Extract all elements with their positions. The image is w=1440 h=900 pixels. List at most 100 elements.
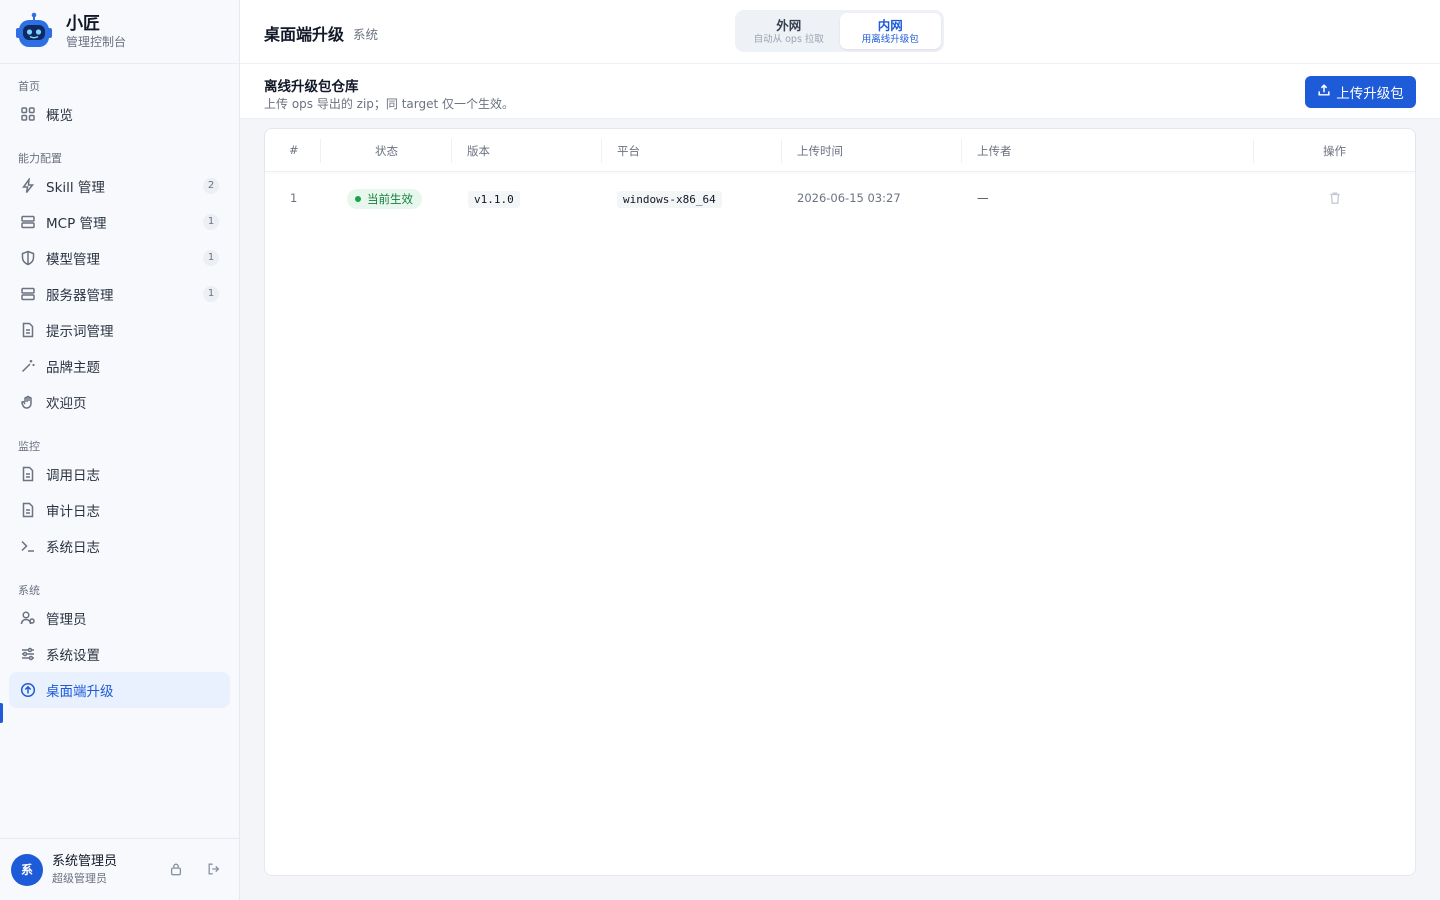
sidebar-item-label: 模型管理 <box>46 252 100 268</box>
sidebar-item-label: 提示词管理 <box>46 324 114 340</box>
table-header: # 状态 版本 平台 上传时间 上传者 操作 <box>265 129 1415 172</box>
count-badge: 1 <box>203 250 219 266</box>
sidebar-item-label: Skill 管理 <box>46 180 105 196</box>
status-badge: 当前生效 <box>347 189 422 209</box>
table-row: 1 当前生效 v1.1.0 windows-x86_64 2026-06-15 … <box>265 173 1415 225</box>
nav-group-system: 系统 <box>18 584 40 597</box>
nav-group-monitoring: 监控 <box>18 440 40 453</box>
robot-logo-icon <box>13 11 55 53</box>
sliders-icon <box>19 645 37 663</box>
grid-icon <box>19 105 37 123</box>
sidebar-item-label: 系统设置 <box>46 648 100 664</box>
sidebar-item-label: 欢迎页 <box>46 396 87 412</box>
sidebar-item-label: 服务器管理 <box>46 288 114 304</box>
column-header-index: # <box>289 143 299 157</box>
brand-subtitle: 管理控制台 <box>66 34 127 49</box>
column-header-status: 状态 <box>375 144 398 158</box>
avatar[interactable]: 系 <box>11 853 43 886</box>
row-index: 1 <box>290 191 298 205</box>
sidebar-item-label: 品牌主题 <box>46 360 100 376</box>
sidebar-item-call-logs[interactable]: 调用日志 <box>9 456 230 492</box>
sidebar-item-mcp[interactable]: MCP 管理 1 <box>9 204 230 240</box>
section-header: 离线升级包仓库 上传 ops 导出的 zip；同 target 仅一个生效。 上… <box>240 64 1440 119</box>
server-icon <box>19 285 37 303</box>
page-header: 桌面端升级 系统 外网 自动从 ops 拉取 内网 用离线升级包 <box>240 0 1440 64</box>
column-divider <box>451 139 452 163</box>
column-divider <box>601 139 602 163</box>
sidebar-item-label: 管理员 <box>46 612 87 628</box>
column-divider <box>781 139 782 163</box>
trash-icon[interactable] <box>1328 190 1342 209</box>
count-badge: 1 <box>203 214 219 230</box>
nav-group-home: 首页 <box>18 80 40 93</box>
column-header-version: 版本 <box>467 144 490 158</box>
sidebar-item-system-logs[interactable]: 系统日志 <box>9 528 230 564</box>
sidebar-item-skill[interactable]: Skill 管理 2 <box>9 168 230 204</box>
document-icon <box>19 501 37 519</box>
sidebar-item-label: 审计日志 <box>46 504 100 520</box>
tab-label: 内网 <box>877 18 903 33</box>
upload-icon <box>1317 83 1331 101</box>
brand-name: 小匠 <box>66 13 100 34</box>
sidebar-item-servers[interactable]: 服务器管理 1 <box>9 276 230 312</box>
uploaded-at: 2026-06-15 03:27 <box>797 191 901 205</box>
tab-label: 外网 <box>776 18 802 33</box>
column-header-platform: 平台 <box>617 144 640 158</box>
magic-wand-icon <box>19 357 37 375</box>
count-badge: 2 <box>203 178 219 194</box>
user-name: 系统管理员 <box>52 853 118 869</box>
tab-internal-network[interactable]: 内网 用离线升级包 <box>839 13 941 49</box>
column-divider <box>961 139 962 163</box>
column-header-actions: 操作 <box>1323 144 1346 158</box>
active-indicator <box>0 703 3 723</box>
wave-hand-icon <box>19 393 37 411</box>
document-icon <box>19 321 37 339</box>
sidebar-item-label: 调用日志 <box>46 468 100 484</box>
uploader: — <box>977 191 989 205</box>
nav-group-capabilities: 能力配置 <box>18 152 62 165</box>
server-icon <box>19 213 37 231</box>
brand: 小匠 管理控制台 <box>0 0 239 64</box>
shield-icon <box>19 249 37 267</box>
document-icon <box>19 465 37 483</box>
user-panel: 系 系统管理员 超级管理员 <box>0 838 239 900</box>
version-code: v1.1.0 <box>468 191 520 208</box>
sidebar-item-prompts[interactable]: 提示词管理 <box>9 312 230 348</box>
lock-icon[interactable] <box>169 861 183 880</box>
column-header-uploaded-at: 上传时间 <box>797 144 843 158</box>
tab-sublabel: 用离线升级包 <box>861 34 919 45</box>
platform-code: windows-x86_64 <box>617 191 722 208</box>
column-divider <box>1253 139 1254 163</box>
user-role: 超级管理员 <box>52 871 107 885</box>
network-mode-switch: 外网 自动从 ops 拉取 内网 用离线升级包 <box>735 10 944 52</box>
package-table: # 状态 版本 平台 上传时间 上传者 操作 1 当前生效 v1.1.0 win… <box>264 128 1416 876</box>
upload-button-label: 上传升级包 <box>1336 86 1404 102</box>
sidebar-nav: 首页 概览 能力配置 Skill 管理 2 MCP 管理 1 模型管理 1 服务… <box>0 64 239 708</box>
sidebar-item-welcome[interactable]: 欢迎页 <box>9 384 230 420</box>
count-badge: 1 <box>203 286 219 302</box>
sidebar-item-models[interactable]: 模型管理 1 <box>9 240 230 276</box>
status-text: 当前生效 <box>367 192 413 206</box>
terminal-icon <box>19 537 37 555</box>
sidebar-item-brand-theme[interactable]: 品牌主题 <box>9 348 230 384</box>
sidebar-item-audit-logs[interactable]: 审计日志 <box>9 492 230 528</box>
sidebar-item-admins[interactable]: 管理员 <box>9 600 230 636</box>
sidebar-item-settings[interactable]: 系统设置 <box>9 636 230 672</box>
upload-package-button[interactable]: 上传升级包 <box>1305 76 1416 108</box>
sidebar-item-label: 系统日志 <box>46 540 100 556</box>
tab-external-network[interactable]: 外网 自动从 ops 拉取 <box>738 13 840 49</box>
logout-icon[interactable] <box>207 861 221 880</box>
column-header-uploader: 上传者 <box>977 144 1012 158</box>
section-description: 上传 ops 导出的 zip；同 target 仅一个生效。 <box>264 97 515 111</box>
sidebar-item-label: 桌面端升级 <box>46 684 114 700</box>
breadcrumb: 系统 <box>353 27 379 42</box>
arrow-up-circle-icon <box>19 681 37 699</box>
status-dot-icon <box>355 196 361 202</box>
sidebar-item-desktop-upgrade[interactable]: 桌面端升级 <box>9 672 230 708</box>
sidebar-item-label: MCP 管理 <box>46 216 107 232</box>
sidebar-item-overview[interactable]: 概览 <box>9 96 230 132</box>
tab-sublabel: 自动从 ops 拉取 <box>753 34 824 45</box>
section-title: 离线升级包仓库 <box>264 79 359 95</box>
sidebar: 小匠 管理控制台 首页 概览 能力配置 Skill 管理 2 MCP 管理 1 … <box>0 0 240 900</box>
page-title: 桌面端升级 <box>264 25 345 44</box>
